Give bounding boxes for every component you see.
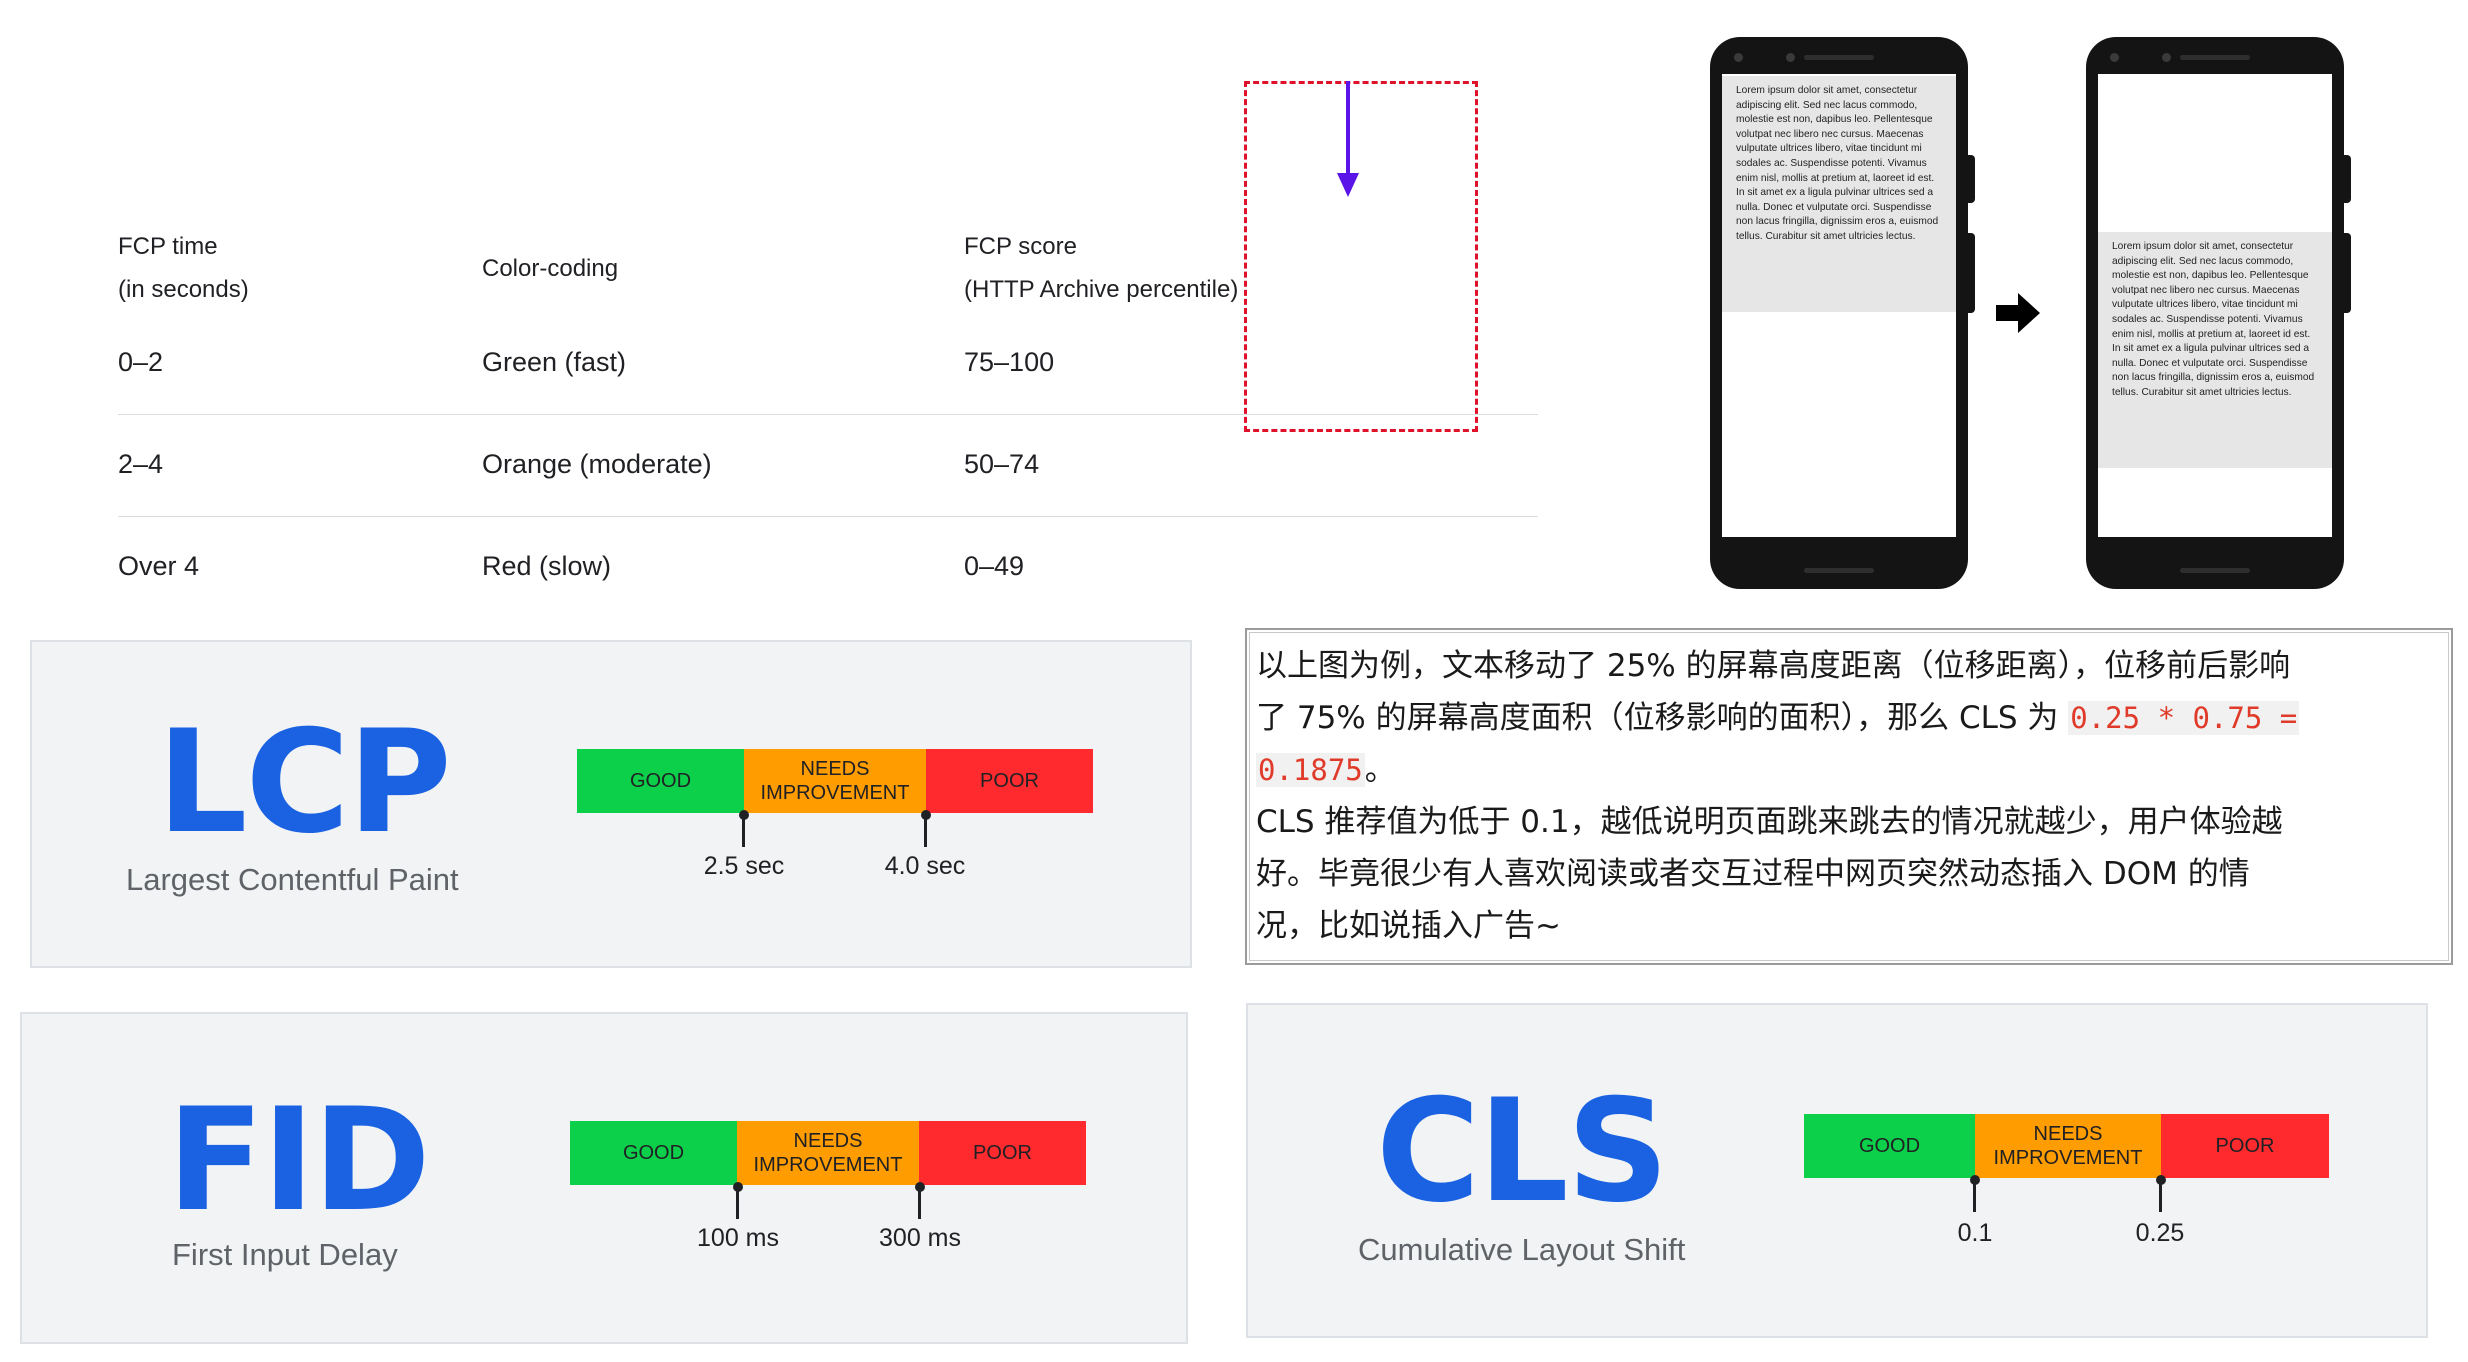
scale-needs-improvement: NEEDS IMPROVEMENT — [744, 749, 926, 813]
scale-label-line: NEEDS — [2033, 1123, 2103, 1145]
threshold-label: 2.5 sec — [703, 852, 785, 880]
phone-side-button — [1967, 155, 1975, 203]
scale-poor: POOR — [2161, 1114, 2329, 1178]
table-cell-color: Green (fast) — [482, 347, 627, 377]
threshold-scale: GOOD NEEDS IMPROVEMENT POOR — [1804, 1114, 2329, 1178]
table-cell-score: 0–49 — [964, 551, 1025, 581]
threshold-marker — [918, 1185, 921, 1219]
phone-speaker — [1804, 55, 1874, 60]
phone-speaker — [1804, 568, 1874, 573]
lorem-text: Lorem ipsum dolor sit amet, consectetur … — [2112, 241, 2315, 398]
threshold-marker — [2159, 1178, 2162, 1212]
metric-abbr: CLS — [1376, 1069, 1669, 1234]
threshold-scale: GOOD NEEDS IMPROVEMENT POOR — [570, 1121, 1086, 1185]
scale-label-line: IMPROVEMENT — [753, 1154, 903, 1176]
scale-label-line: NEEDS — [793, 1130, 863, 1152]
metric-abbr: FID — [167, 1078, 431, 1243]
note-text: 以上图为例，文本移动了 25% 的屏幕高度距离（位移距离），位移前后影响 了 7… — [1256, 640, 2446, 952]
phone-screen: Lorem ipsum dolor sit amet, consectetur … — [2098, 74, 2332, 537]
header-fcp-time: FCP time (in seconds) — [118, 225, 249, 311]
table-cell-time: 0–2 — [118, 347, 164, 377]
fid-card: FID First Input Delay GOOD NEEDS IMPROVEM… — [20, 1012, 1188, 1344]
threshold-label: 100 ms — [697, 1224, 779, 1252]
table-cell-color: Orange (moderate) — [482, 449, 712, 479]
scale-good: GOOD — [577, 749, 744, 813]
cls-card: CLS Cumulative Layout Shift GOOD NEEDS IM… — [1246, 1003, 2428, 1338]
scale-label-line: IMPROVEMENT — [760, 782, 910, 804]
threshold-label: 300 ms — [879, 1224, 961, 1252]
header-fcp-score-line1: FCP score — [964, 233, 1077, 260]
down-arrow-icon — [1337, 81, 1359, 197]
header-fcp-time-line1: FCP time — [118, 233, 218, 260]
threshold-marker — [742, 813, 745, 847]
scale-label-line: NEEDS — [800, 758, 870, 780]
threshold-scale: GOOD NEEDS IMPROVEMENT POOR — [577, 749, 1093, 813]
threshold-marker — [924, 813, 927, 847]
formula-code: 0.25 * 0.75 = — [2068, 701, 2300, 735]
note-line: 以上图为例，文本移动了 25% 的屏幕高度距离（位移距离），位移前后影响 — [1256, 648, 2291, 684]
phone-side-button — [2343, 233, 2351, 313]
phone-speaker — [2180, 568, 2250, 573]
metric-abbr: LCP — [157, 700, 452, 865]
note-line: 况，比如说插入广告~ — [1256, 908, 1561, 944]
phone-camera-icon — [1734, 53, 1743, 62]
header-fcp-score: FCP score (HTTP Archive percentile) — [964, 225, 1238, 311]
scale-poor: POOR — [919, 1121, 1086, 1185]
header-color-coding: Color-coding — [482, 255, 619, 282]
metric-name: Largest Contentful Paint — [126, 862, 459, 897]
scale-needs-improvement: NEEDS IMPROVEMENT — [737, 1121, 919, 1185]
threshold-label: 4.0 sec — [884, 852, 966, 880]
note-line-text: 了 75% 的屏幕高度面积（位移影响的面积），那么 CLS 为 — [1256, 700, 2069, 736]
note-line: 0.1875。 — [1256, 744, 2446, 796]
threshold-label: 0.1 — [1957, 1219, 1993, 1247]
threshold-marker — [1973, 1178, 1976, 1212]
table-cell-score: 50–74 — [964, 449, 1040, 479]
phone-side-button — [2343, 155, 2351, 203]
lorem-text-block-shifted: Lorem ipsum dolor sit amet, consectetur … — [2098, 232, 2332, 468]
metric-name: Cumulative Layout Shift — [1358, 1232, 1686, 1267]
note-line: 了 75% 的屏幕高度面积（位移影响的面积），那么 CLS 为 0.25 * 0… — [1256, 692, 2446, 744]
table-cell-time: 2–4 — [118, 449, 164, 479]
note-line: CLS 推荐值为低于 0.1，越低说明页面跳来跳去的情况就越少，用户体验越 — [1256, 804, 2283, 840]
phone-before: Lorem ipsum dolor sit amet, consectetur … — [1710, 37, 1975, 589]
scale-needs-improvement: NEEDS IMPROVEMENT — [1975, 1114, 2161, 1178]
right-arrow-icon — [1996, 293, 2040, 333]
table-cell-color: Red (slow) — [482, 551, 612, 581]
table-divider — [118, 516, 1538, 517]
scale-good: GOOD — [570, 1121, 737, 1185]
threshold-label: 0.25 — [2135, 1219, 2185, 1247]
phone-screen: Lorem ipsum dolor sit amet, consectetur … — [1722, 74, 1956, 537]
phone-camera-icon — [1786, 53, 1795, 62]
lorem-text: Lorem ipsum dolor sit amet, consectetur … — [1736, 85, 1939, 242]
phone-side-button — [1967, 233, 1975, 313]
header-fcp-time-line2: (in seconds) — [118, 276, 249, 303]
metric-name: First Input Delay — [172, 1237, 398, 1272]
scale-label-line: IMPROVEMENT — [1993, 1147, 2143, 1169]
phone-camera-icon — [2162, 53, 2171, 62]
lorem-text-block: Lorem ipsum dolor sit amet, consectetur … — [1722, 76, 1956, 312]
table-cell-score: 75–100 — [964, 347, 1055, 377]
lcp-card: LCP Largest Contentful Paint GOOD NEEDS I… — [30, 640, 1192, 968]
threshold-marker — [736, 1185, 739, 1219]
note-line-text: 。 — [1364, 752, 1396, 788]
phone-after: Lorem ipsum dolor sit amet, consectetur … — [2086, 37, 2351, 589]
scale-poor: POOR — [926, 749, 1093, 813]
phone-speaker — [2180, 55, 2250, 60]
formula-result-code: 0.1875 — [1256, 753, 1365, 787]
phone-camera-icon — [2110, 53, 2119, 62]
header-fcp-score-line2: (HTTP Archive percentile) — [964, 276, 1239, 303]
table-cell-time: Over 4 — [118, 551, 200, 581]
scale-good: GOOD — [1804, 1114, 1975, 1178]
note-line: 好。毕竟很少有人喜欢阅读或者交互过程中网页突然动态插入 DOM 的情 — [1256, 856, 2250, 892]
